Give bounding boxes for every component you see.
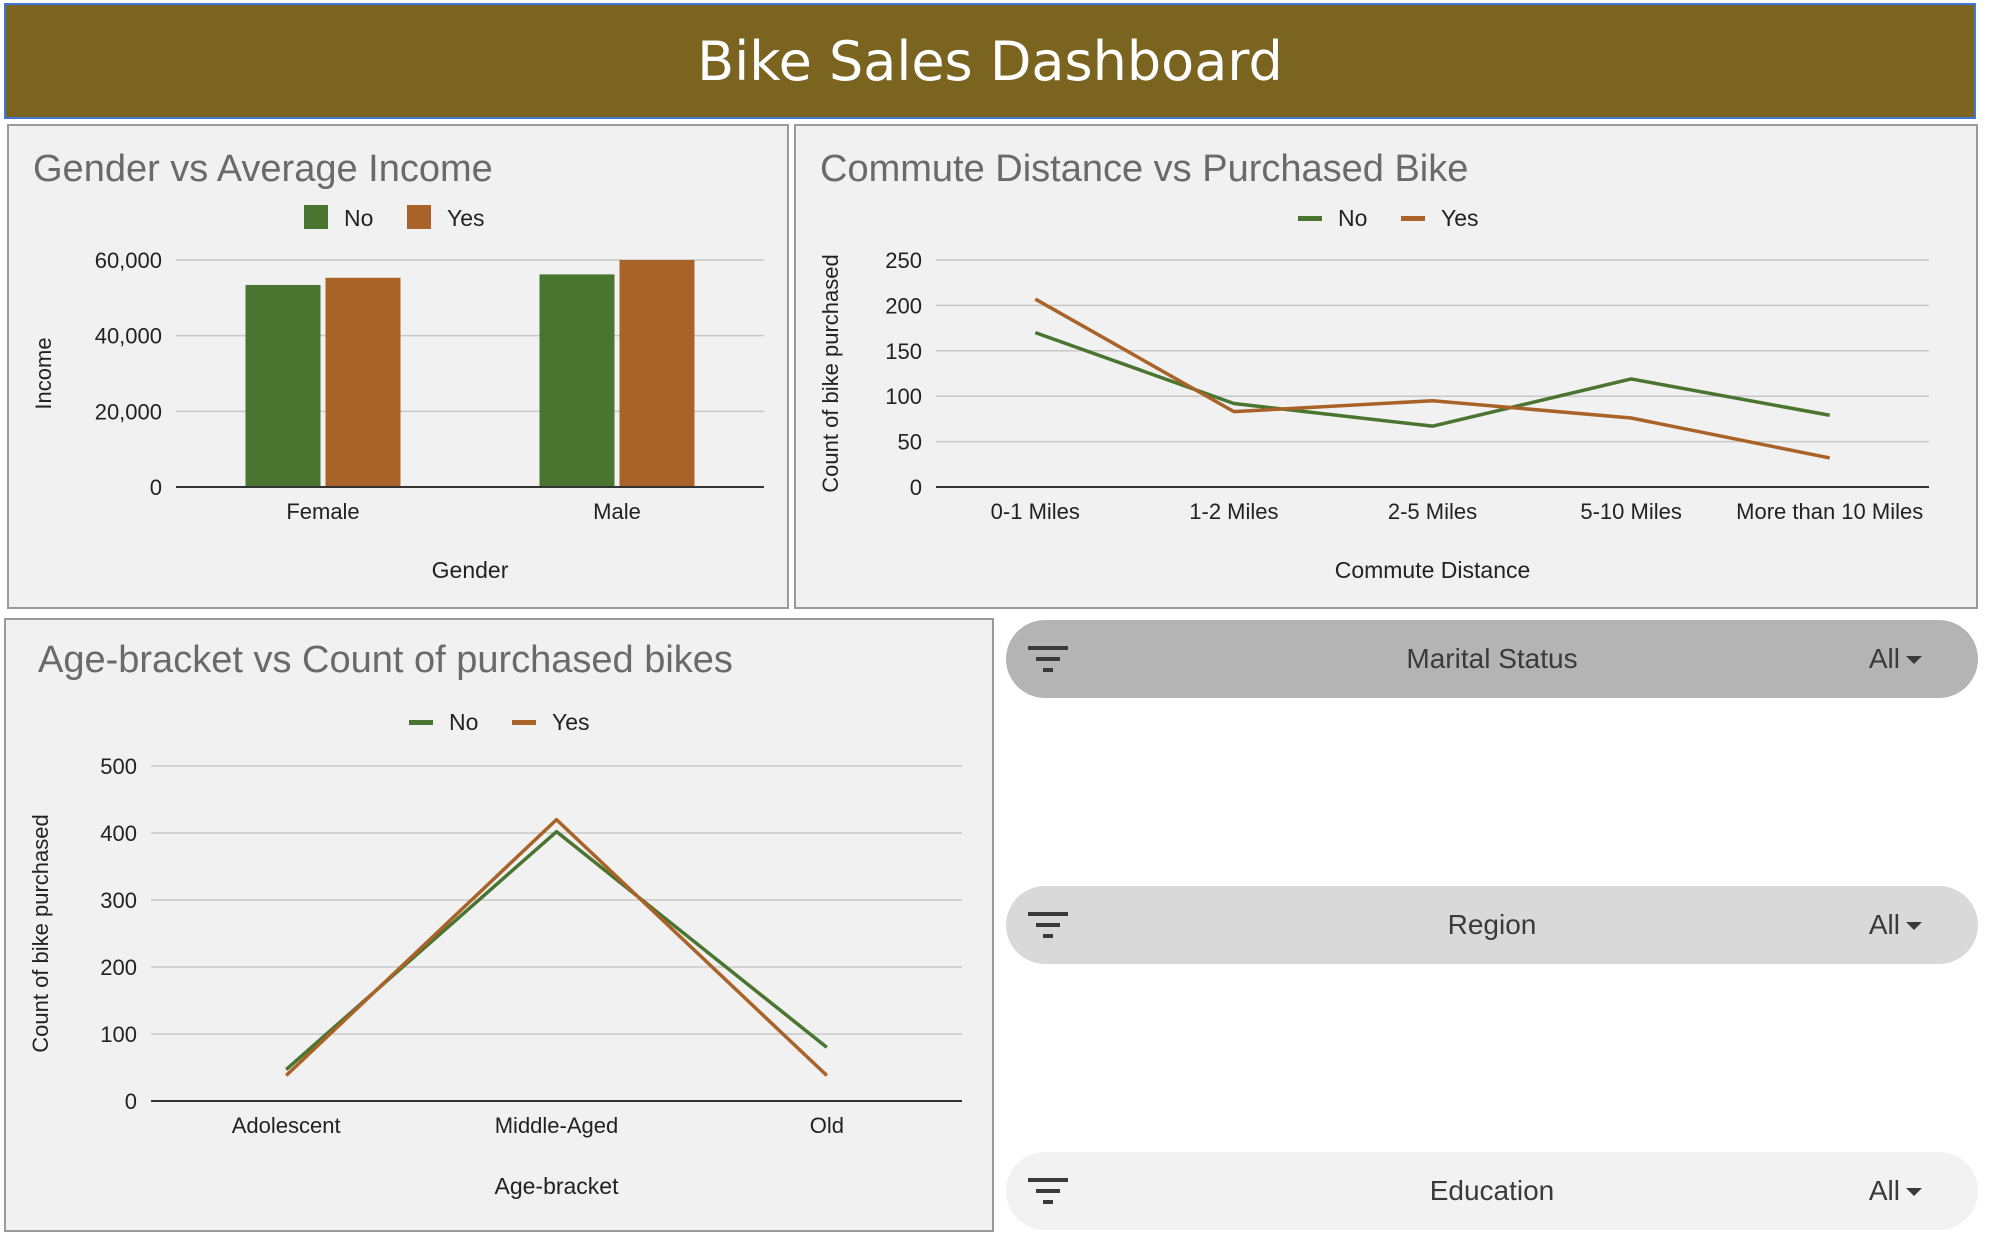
bar-no-female: [245, 284, 321, 487]
legend-label-yes: Yes: [1441, 205, 1479, 231]
filter-marital-status[interactable]: Marital Status All: [1006, 620, 1978, 698]
dashboard-title: Bike Sales Dashboard: [4, 3, 1976, 119]
chart-title: Age-bracket vs Count of purchased bikes: [38, 639, 733, 681]
y-axis-label: Count of bike purchased: [818, 254, 843, 493]
age-bracket-chart: Age-bracket vs Count of purchased bikes N…: [28, 639, 962, 1199]
chart-title: Gender vs Average Income: [33, 148, 493, 190]
y-tick-label: 50: [898, 430, 922, 455]
legend-swatch-yes: [1401, 216, 1425, 221]
filter-value[interactable]: All: [1869, 1175, 1900, 1207]
y-tick-label: 200: [100, 955, 137, 980]
legend-swatch-no: [1298, 216, 1322, 221]
x-axis-label: Commute Distance: [1335, 557, 1531, 583]
x-tick-label: Male: [593, 499, 641, 524]
series-line-yes: [1034, 297, 1831, 460]
gender-income-chart-panel: Gender vs Average Income No Yes 0 20,000 40,0…: [7, 124, 789, 609]
y-axis-label: Count of bike purchased: [28, 814, 53, 1053]
legend-label-no: No: [344, 205, 373, 231]
filter-value[interactable]: All: [1869, 643, 1900, 675]
y-axis-label: Income: [31, 337, 56, 409]
filter-education[interactable]: Education All: [1006, 1152, 1978, 1230]
x-tick-label: Middle-Aged: [495, 1113, 619, 1138]
y-tick-label: 250: [885, 248, 922, 273]
x-tick-label: 5-10 Miles: [1580, 499, 1681, 524]
gender-income-chart: Gender vs Average Income No Yes 0 20,000 40,0…: [31, 148, 764, 583]
filter-region[interactable]: Region All: [1006, 886, 1978, 964]
y-tick-label: 60,000: [95, 248, 162, 273]
legend-label-no: No: [1338, 205, 1367, 231]
chevron-down-icon[interactable]: [1906, 656, 1922, 664]
x-axis-label: Gender: [432, 557, 509, 583]
y-tick-label: 0: [125, 1089, 137, 1114]
y-tick-label: 100: [885, 384, 922, 409]
chevron-down-icon[interactable]: [1906, 922, 1922, 930]
filter-label: Marital Status: [1406, 643, 1578, 674]
filter-value[interactable]: All: [1869, 909, 1900, 941]
bar-yes-female: [325, 277, 401, 487]
x-tick-label: More than 10 Miles: [1736, 499, 1923, 524]
legend-label-yes: Yes: [552, 709, 590, 735]
y-tick-label: 200: [885, 293, 922, 318]
filter-label: Education: [1429, 1175, 1555, 1206]
y-tick-label: 400: [100, 821, 137, 846]
legend-label-no: No: [449, 709, 478, 735]
filter-label: Region: [1447, 909, 1537, 940]
x-tick-label: Female: [286, 499, 359, 524]
y-tick-label: 500: [100, 754, 137, 779]
age-bracket-chart-panel: Age-bracket vs Count of purchased bikes N…: [4, 618, 994, 1232]
legend-swatch-yes: [512, 720, 536, 725]
x-tick-label: Adolescent: [232, 1113, 341, 1138]
y-tick-label: 150: [885, 339, 922, 364]
legend-swatch-yes: [407, 205, 431, 229]
x-tick-label: 2-5 Miles: [1388, 499, 1477, 524]
y-tick-label: 20,000: [95, 399, 162, 424]
series-line-yes: [284, 817, 829, 1077]
legend-label-yes: Yes: [447, 205, 485, 231]
x-tick-label: 1-2 Miles: [1189, 499, 1278, 524]
x-axis-label: Age-bracket: [494, 1173, 619, 1199]
bar-yes-male: [619, 260, 695, 487]
commute-distance-chart: Commute Distance vs Purchased Bike No Yes 0…: [818, 148, 1929, 583]
bar-no-male: [539, 274, 615, 487]
x-tick-label: Old: [810, 1113, 844, 1138]
x-tick-label: 0-1 Miles: [991, 499, 1080, 524]
y-tick-label: 100: [100, 1022, 137, 1047]
legend-swatch-no: [409, 720, 433, 725]
y-tick-label: 0: [150, 475, 162, 500]
y-tick-label: 300: [100, 888, 137, 913]
y-tick-label: 40,000: [95, 324, 162, 349]
series-line-no: [1034, 330, 1831, 428]
legend-swatch-no: [304, 205, 328, 229]
chevron-down-icon[interactable]: [1906, 1188, 1922, 1196]
chart-title: Commute Distance vs Purchased Bike: [820, 148, 1468, 190]
y-tick-label: 0: [910, 475, 922, 500]
commute-distance-chart-panel: Commute Distance vs Purchased Bike No Yes 0…: [794, 124, 1978, 609]
